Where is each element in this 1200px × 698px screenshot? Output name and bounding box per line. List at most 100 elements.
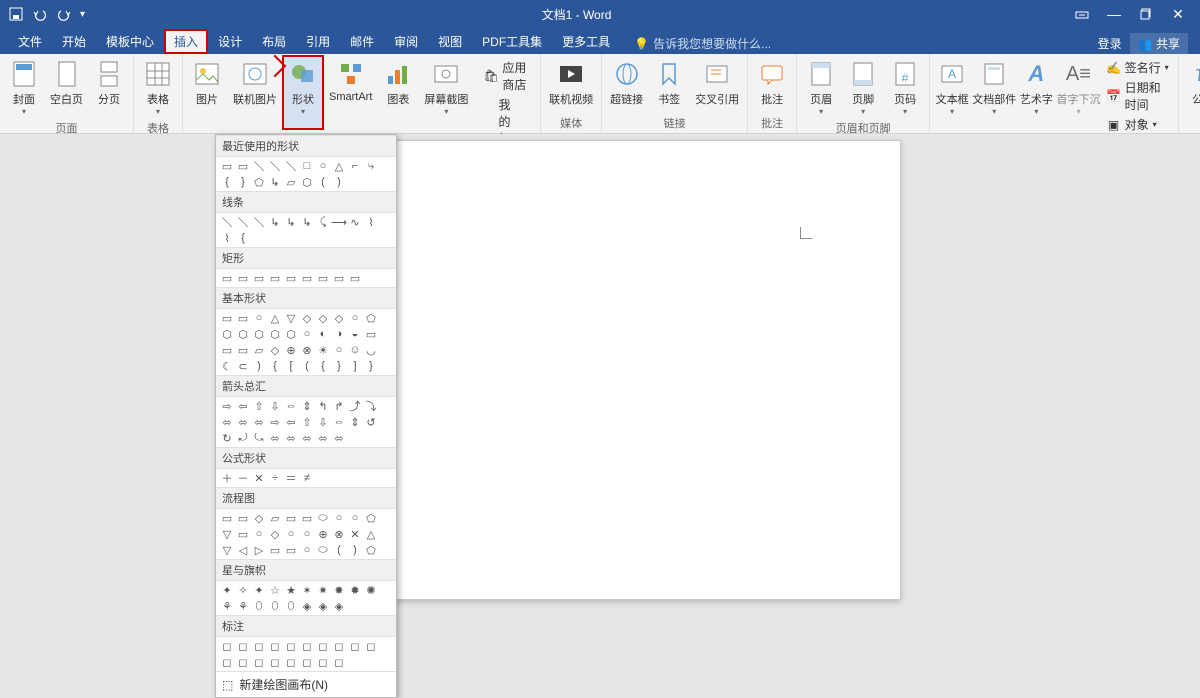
tab-references[interactable]: 引用	[296, 29, 340, 54]
shape-item[interactable]: ⬄	[268, 431, 282, 445]
shape-item[interactable]: ÷	[268, 471, 282, 485]
shape-item[interactable]: ▽	[284, 311, 298, 325]
shape-item[interactable]: ▭	[284, 271, 298, 285]
shape-item[interactable]: ↻	[220, 431, 234, 445]
shape-item[interactable]: ▭	[220, 511, 234, 525]
shape-item[interactable]: ⤹	[316, 215, 330, 229]
shape-item[interactable]: ⇦	[236, 399, 250, 413]
shape-item[interactable]: ⌐	[348, 159, 362, 173]
shape-item[interactable]: ⬡	[268, 327, 282, 341]
shape-item[interactable]: ⬄	[316, 431, 330, 445]
shape-item[interactable]: ◻	[236, 655, 250, 669]
shape-item[interactable]: ＋	[220, 471, 234, 485]
shape-item[interactable]: ▭	[236, 527, 250, 541]
shape-item[interactable]: ⬠	[364, 311, 378, 325]
shape-item[interactable]: ⬄	[284, 431, 298, 445]
shape-item[interactable]: ↳	[268, 215, 282, 229]
shape-item[interactable]: ⬡	[252, 327, 266, 341]
shape-item[interactable]: ⇔	[284, 399, 298, 413]
shape-item[interactable]: ◻	[284, 639, 298, 653]
tab-file[interactable]: 文件	[8, 29, 52, 54]
shape-item[interactable]: ◁	[236, 543, 250, 557]
shape-item[interactable]: ▱	[268, 511, 282, 525]
redo-icon[interactable]	[56, 6, 72, 22]
shape-item[interactable]: ⇧	[252, 399, 266, 413]
shape-item[interactable]: ◐	[316, 327, 330, 341]
shape-item[interactable]: ◇	[268, 343, 282, 357]
shape-item[interactable]: △	[364, 527, 378, 541]
shape-item[interactable]: ◻	[252, 639, 266, 653]
shape-item[interactable]: ▭	[220, 311, 234, 325]
shape-item[interactable]: ↳	[268, 175, 282, 189]
hyperlink-button[interactable]: 超链接	[606, 56, 647, 113]
ribbon-options-icon[interactable]	[1068, 4, 1096, 24]
shape-item[interactable]: ⤴	[348, 399, 362, 413]
shape-item[interactable]: ◒	[348, 327, 362, 341]
shape-item[interactable]: ≠	[300, 471, 314, 485]
shape-item[interactable]: ⬠	[364, 543, 378, 557]
shape-item[interactable]: ▭	[300, 271, 314, 285]
screenshot-button[interactable]: 屏幕截图▾	[420, 56, 472, 129]
shape-item[interactable]: ⬠	[252, 175, 266, 189]
signature-line-button[interactable]: ✍签名行▾	[1105, 58, 1173, 77]
shape-item[interactable]: ⬄	[332, 431, 346, 445]
comment-button[interactable]: 批注	[752, 56, 792, 113]
shape-item[interactable]: ⬯	[268, 599, 282, 613]
shape-item[interactable]: ⇔	[332, 415, 346, 429]
shape-item[interactable]: ○	[252, 311, 266, 325]
shape-item[interactable]: ⤷	[364, 159, 378, 173]
shape-item[interactable]: ↱	[332, 399, 346, 413]
shape-item[interactable]: ○	[300, 527, 314, 541]
shape-item[interactable]: ⚘	[220, 599, 234, 613]
shape-item[interactable]: ▷	[252, 543, 266, 557]
shape-item[interactable]: ✹	[348, 583, 362, 597]
shape-item[interactable]: )	[332, 175, 346, 189]
undo-icon[interactable]	[32, 6, 48, 22]
shape-item[interactable]: ⬄	[252, 415, 266, 429]
shape-item[interactable]: ⇩	[316, 415, 330, 429]
share-button[interactable]: 👥 共享	[1130, 33, 1188, 54]
shape-item[interactable]: ⬡	[284, 327, 298, 341]
drop-cap-button[interactable]: A≡首字下沉▾	[1056, 56, 1100, 136]
shape-item[interactable]: ⬡	[236, 327, 250, 341]
shape-item[interactable]: ◻	[332, 639, 346, 653]
chart-button[interactable]: 图表	[378, 56, 418, 129]
shape-item[interactable]: (	[300, 359, 314, 373]
shape-item[interactable]: )	[252, 359, 266, 373]
shape-item[interactable]: ◻	[284, 655, 298, 669]
shape-item[interactable]: ○	[252, 527, 266, 541]
tab-review[interactable]: 审阅	[384, 29, 428, 54]
page-number-button[interactable]: #页码▾	[885, 56, 925, 118]
shape-item[interactable]: {	[316, 359, 330, 373]
shape-item[interactable]: ＼	[236, 215, 250, 229]
shape-item[interactable]: ✺	[364, 583, 378, 597]
shape-item[interactable]: ○	[300, 543, 314, 557]
shape-item[interactable]: ⬯	[252, 599, 266, 613]
shape-item[interactable]: ◻	[364, 639, 378, 653]
shape-item[interactable]: ＼	[252, 159, 266, 173]
shape-item[interactable]: ⤾	[236, 431, 250, 445]
shape-item[interactable]: ＼	[252, 215, 266, 229]
shape-item[interactable]: ○	[332, 343, 346, 357]
shape-item[interactable]: ◇	[332, 311, 346, 325]
tab-more[interactable]: 更多工具	[552, 29, 620, 54]
shape-item[interactable]: ▭	[268, 271, 282, 285]
tab-pdf[interactable]: PDF工具集	[472, 29, 552, 54]
shape-item[interactable]: ◻	[236, 639, 250, 653]
shape-item[interactable]: ▭	[220, 343, 234, 357]
shape-item[interactable]: ▽	[220, 543, 234, 557]
shape-item[interactable]: ⊕	[284, 343, 298, 357]
shape-item[interactable]: ⇨	[268, 415, 282, 429]
new-drawing-canvas[interactable]: ⬚新建绘图画布(N)	[216, 671, 396, 697]
shape-item[interactable]: ▭	[332, 271, 346, 285]
shape-item[interactable]: ＼	[284, 159, 298, 173]
shape-item[interactable]: ▭	[236, 311, 250, 325]
shape-item[interactable]: ⊕	[316, 527, 330, 541]
shape-item[interactable]: ↺	[364, 415, 378, 429]
shape-item[interactable]: ▭	[316, 271, 330, 285]
shape-item[interactable]: ⇕	[348, 415, 362, 429]
shape-item[interactable]: ▭	[364, 327, 378, 341]
bookmark-button[interactable]: 书签	[649, 56, 689, 113]
shape-item[interactable]: ◈	[316, 599, 330, 613]
shapes-button[interactable]: 形状▾	[283, 56, 323, 129]
